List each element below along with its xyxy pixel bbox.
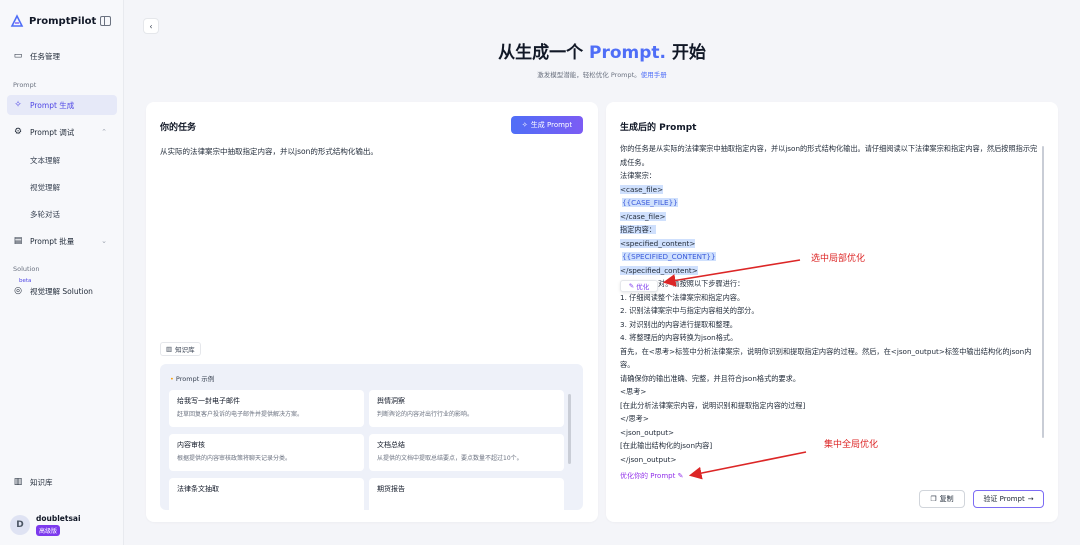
annotation-local: 选中局部优化 <box>811 254 866 264</box>
annotation-arrow-local <box>662 259 801 287</box>
annotation-arrow-global <box>688 451 807 480</box>
annotation-arrows <box>662 259 807 480</box>
annotation-global: 集中全局优化 <box>824 440 879 450</box>
